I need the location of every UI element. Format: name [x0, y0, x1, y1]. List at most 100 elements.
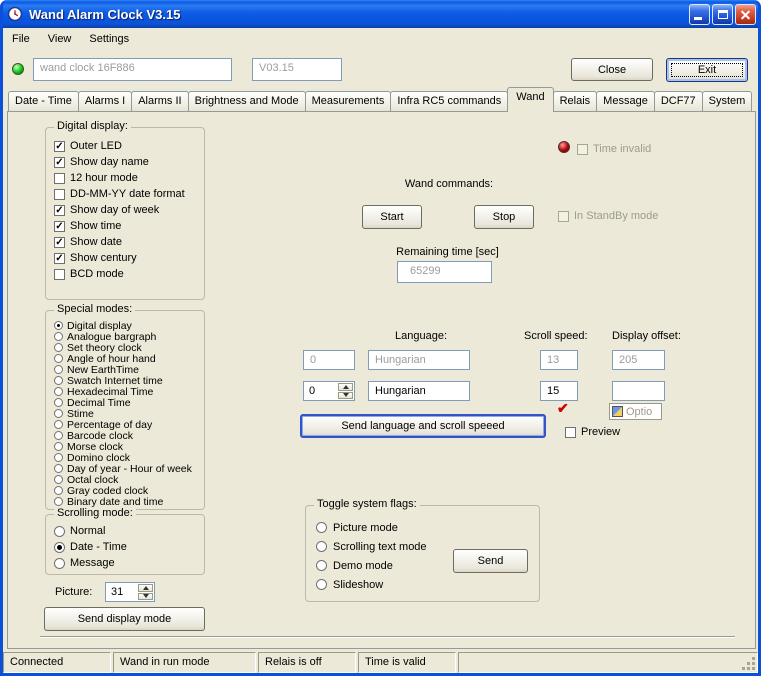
checkbox-box[interactable]: ✓	[54, 156, 65, 168]
radio-button[interactable]	[316, 579, 327, 590]
radio-button[interactable]	[54, 486, 63, 495]
radio-button[interactable]	[54, 376, 63, 385]
checkbox-show-day-of-week[interactable]: ✓ Show day of week	[46, 202, 204, 218]
radio-morse-clock[interactable]: Morse clock	[46, 441, 204, 453]
checkbox-show-day-name[interactable]: ✓ Show day name	[46, 154, 204, 170]
checkbox-outer-led[interactable]: ✓ Outer LED	[46, 138, 204, 154]
menu-item-settings[interactable]: Settings	[80, 30, 138, 48]
spinner-up-button[interactable]	[338, 383, 353, 391]
checkbox-12-hour-mode[interactable]: 12 hour mode	[46, 170, 204, 186]
radio-day-of-year-hour-of-week[interactable]: Day of year - Hour of week	[46, 463, 204, 475]
radio-button[interactable]	[316, 560, 327, 571]
radio-set-theory-clock[interactable]: Set theory clock	[46, 342, 204, 354]
checkbox-bcd-mode[interactable]: BCD mode	[46, 266, 204, 282]
close-button[interactable]: Close	[571, 58, 653, 81]
checkbox-box[interactable]: ✓	[54, 140, 65, 152]
radio-new-earthtime[interactable]: New EarthTime	[46, 364, 204, 376]
radio-octal-clock[interactable]: Octal clock	[46, 474, 204, 486]
radio-button[interactable]	[54, 343, 63, 352]
radio-button[interactable]	[54, 387, 63, 396]
radio-button[interactable]	[54, 365, 63, 374]
send-language-button[interactable]: Send language and scroll speeed	[300, 414, 546, 438]
picture-value[interactable]: 31	[111, 586, 123, 598]
radio-hexadecimal-time[interactable]: Hexadecimal Time	[46, 386, 204, 398]
radio-button[interactable]	[54, 354, 63, 363]
radio-button[interactable]	[54, 497, 63, 506]
radio-button[interactable]	[54, 409, 63, 418]
radio-message[interactable]: Message	[46, 555, 204, 571]
radio-button[interactable]	[54, 453, 63, 462]
tab-wand[interactable]: Wand	[507, 87, 554, 112]
radio-analogue-bargraph[interactable]: Analogue bargraph	[46, 331, 204, 343]
menu-item-file[interactable]: File	[3, 30, 39, 48]
tab-infra-rc5-commands[interactable]: Infra RC5 commands	[390, 91, 509, 111]
radio-normal[interactable]: Normal	[46, 523, 204, 539]
radio-button[interactable]	[54, 464, 63, 473]
checkbox-box[interactable]: ✓	[54, 252, 65, 264]
radio-decimal-time[interactable]: Decimal Time	[46, 397, 204, 409]
radio-slideshow[interactable]: Slideshow	[306, 575, 539, 594]
resize-grip[interactable]	[752, 667, 755, 670]
exit-button[interactable]: Exit	[666, 58, 748, 82]
display-offset-field-new[interactable]	[612, 381, 665, 401]
radio-button[interactable]	[316, 541, 327, 552]
radio-button[interactable]	[54, 557, 65, 569]
menu-item-view[interactable]: View	[39, 30, 81, 48]
tab-dcf77[interactable]: DCF77	[653, 91, 703, 111]
spinner-up-button[interactable]	[138, 584, 153, 592]
title-bar[interactable]: Wand Alarm Clock V3.15	[0, 0, 761, 28]
radio-domino-clock[interactable]: Domino clock	[46, 452, 204, 464]
radio-binary-date-and-time[interactable]: Binary date and time	[46, 496, 204, 508]
checkbox-box[interactable]	[54, 188, 65, 200]
device-name-input[interactable]: wand clock 16F886	[33, 58, 232, 81]
radio-button[interactable]	[54, 541, 65, 553]
tab-alarms-i[interactable]: Alarms I	[77, 91, 133, 111]
radio-swatch-internet-time[interactable]: Swatch Internet time	[46, 375, 204, 387]
checkbox-show-century[interactable]: ✓ Show century	[46, 250, 204, 266]
checkbox-box[interactable]	[54, 172, 65, 184]
checkbox-box[interactable]: ✓	[54, 204, 65, 216]
start-button[interactable]: Start	[362, 205, 422, 229]
language-index-spinner[interactable]: 0	[303, 381, 355, 401]
radio-stime[interactable]: Stime	[46, 408, 204, 420]
minimize-button[interactable]	[689, 3, 710, 25]
tab-brightness-and-mode[interactable]: Brightness and Mode	[187, 91, 306, 111]
tab-measurements[interactable]: Measurements	[304, 91, 392, 111]
radio-button[interactable]	[54, 475, 63, 484]
radio-picture-mode[interactable]: Picture mode	[306, 518, 539, 537]
radio-digital-display[interactable]: Digital display	[46, 320, 204, 332]
radio-button[interactable]	[54, 525, 65, 537]
window-close-button[interactable]	[735, 3, 756, 25]
preview-checkbox[interactable]: Preview	[565, 424, 620, 440]
checkbox-box[interactable]: ✓	[54, 220, 65, 232]
radio-date-time[interactable]: Date - Time	[46, 539, 204, 555]
tab-date-time[interactable]: Date - Time	[8, 91, 79, 111]
checkbox-box[interactable]	[54, 268, 65, 280]
radio-button[interactable]	[54, 431, 63, 440]
checkbox-box[interactable]	[565, 426, 576, 438]
scroll-speed-field-new[interactable]: 15	[540, 381, 578, 401]
checkbox-box[interactable]: ✓	[54, 236, 65, 248]
spinner-down-button[interactable]	[338, 391, 353, 399]
radio-button[interactable]	[54, 321, 63, 330]
picture-spinner[interactable]: 31	[105, 582, 155, 602]
checkbox-show-time[interactable]: ✓ Show time	[46, 218, 204, 234]
radio-angle-of-hour-hand[interactable]: Angle of hour hand	[46, 353, 204, 365]
language-index-value[interactable]: 0	[309, 385, 315, 397]
radio-button[interactable]	[54, 420, 63, 429]
radio-button[interactable]	[54, 332, 63, 341]
radio-button[interactable]	[54, 442, 63, 451]
version-input[interactable]: V03.15	[252, 58, 342, 81]
radio-gray-coded-clock[interactable]: Gray coded clock	[46, 485, 204, 497]
radio-button[interactable]	[316, 522, 327, 533]
tab-relais[interactable]: Relais	[552, 91, 598, 111]
tab-message[interactable]: Message	[596, 91, 655, 111]
language-field-new[interactable]: Hungarian	[368, 381, 470, 401]
stop-button[interactable]: Stop	[474, 205, 534, 229]
radio-percentage-of-day[interactable]: Percentage of day	[46, 419, 204, 431]
spinner-down-button[interactable]	[138, 592, 153, 600]
checkbox-show-date[interactable]: ✓ Show date	[46, 234, 204, 250]
radio-button[interactable]	[54, 398, 63, 407]
checkbox-dd-mm-yy-date-format[interactable]: DD-MM-YY date format	[46, 186, 204, 202]
tab-alarms-ii[interactable]: Alarms II	[131, 91, 189, 111]
